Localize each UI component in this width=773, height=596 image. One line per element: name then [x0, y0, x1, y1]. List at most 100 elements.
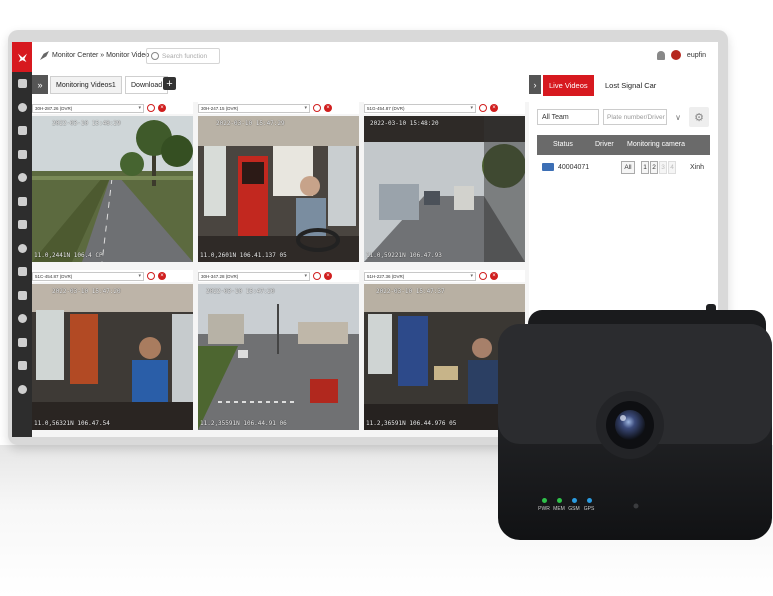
- cell-toolbar: 30H-247.15 (DVR) ×: [198, 102, 359, 114]
- sidebar-item[interactable]: [12, 96, 32, 120]
- user-icon: [17, 243, 27, 253]
- monitor-icon: [40, 51, 49, 60]
- add-tab-button[interactable]: +: [163, 77, 176, 90]
- avatar[interactable]: [670, 50, 681, 60]
- cell-toolbar: 30H-347.28 (DVR) ×: [198, 270, 359, 282]
- settings-icon: [17, 337, 27, 347]
- sidebar-item[interactable]: [12, 119, 32, 143]
- plate-search-input[interactable]: Plate number/Driver: [603, 109, 667, 125]
- camera-all-button[interactable]: All: [621, 161, 635, 174]
- camera-4-button[interactable]: 4: [668, 161, 676, 174]
- led-label: GPS: [583, 506, 595, 512]
- led-pwr: PWR: [536, 498, 552, 512]
- chart-icon: [17, 173, 27, 183]
- sidebar-item[interactable]: [12, 213, 32, 237]
- chevron-down-icon[interactable]: ∨: [671, 109, 685, 125]
- close-icon[interactable]: ×: [324, 272, 332, 280]
- video-feed[interactable]: 2022-03-10 15:47:20 11.2,35591N 106.44.9…: [198, 284, 359, 430]
- sidebar-item[interactable]: [12, 166, 32, 190]
- video-cell-2: 30H-247.15 (DVR) × 202: [198, 102, 359, 262]
- channel-select[interactable]: 51H-227.36 (DVR): [364, 271, 476, 281]
- search-placeholder: Search function: [162, 52, 208, 60]
- sidebar-item[interactable]: [12, 378, 32, 402]
- video-feed[interactable]: 2022-03-10 15:48:29 11.0,2441N 106.4 CP: [32, 116, 193, 262]
- brand-logo[interactable]: [12, 42, 32, 72]
- video-cell-1: 30H-287.26 (DVR) × 2022-03-10 15:: [32, 102, 193, 262]
- video-cell-3: 51G-454.87 (DVR) × 2022-03-10 15:48:20 1…: [364, 102, 525, 262]
- map-pin-icon: [17, 79, 27, 89]
- username[interactable]: eupfin: [687, 52, 706, 59]
- video-feed[interactable]: 2022-03-10 15:47:20 11.0,56321N 106.47.5…: [32, 284, 193, 430]
- record-icon[interactable]: [313, 104, 321, 112]
- sidebar-item[interactable]: [12, 237, 32, 261]
- record-icon[interactable]: [479, 272, 487, 280]
- team-select[interactable]: All Team: [537, 109, 599, 125]
- channel-select[interactable]: 51G-454.87 (DVR): [364, 103, 476, 113]
- camera-2-button[interactable]: 2: [650, 161, 658, 174]
- led-light-icon: [571, 498, 577, 503]
- sidebar-item[interactable]: [12, 190, 32, 214]
- video-feed[interactable]: 2022-03-10 15:48:20 11.0,59221N 106.47.9…: [364, 116, 525, 262]
- apps-icon: [17, 384, 27, 394]
- close-icon[interactable]: ×: [490, 104, 498, 112]
- video-grid: 30H-287.26 (DVR) × 2022-03-10 15:: [32, 102, 529, 437]
- channel-select[interactable]: 51C-454.87 (DVR): [32, 271, 144, 281]
- led-label: GSM: [568, 506, 580, 512]
- sidebar-item[interactable]: [12, 284, 32, 308]
- osd-coordinates: 11.0,2441N 106.4 CP: [34, 252, 103, 259]
- record-icon[interactable]: [479, 104, 487, 112]
- expand-arrow-icon[interactable]: ›: [529, 75, 541, 94]
- led-label: PWR: [538, 506, 550, 512]
- breadcrumb-text[interactable]: Monitor Center » Monitor Video: [52, 52, 149, 59]
- cell-toolbar: 30H-287.26 (DVR) ×: [32, 102, 193, 114]
- osd-timestamp: 2022-03-10 15:47:37: [376, 288, 445, 295]
- led-label: MEM: [553, 506, 565, 512]
- channel-select[interactable]: 30H-347.28 (DVR): [198, 271, 310, 281]
- col-status: Status: [553, 141, 573, 148]
- tab-lost-signal-car[interactable]: Lost Signal Car: [599, 75, 662, 96]
- tab-live-videos[interactable]: Live Videos: [543, 75, 594, 96]
- table-row[interactable]: 40004071 All 1 2 3 4 Xinh: [537, 158, 710, 178]
- row-extra-text: Xinh: [690, 164, 705, 171]
- close-icon[interactable]: ×: [490, 272, 498, 280]
- user-icon[interactable]: [656, 50, 665, 60]
- sidebar-item[interactable]: [12, 307, 32, 331]
- channel-select[interactable]: 30H-247.15 (DVR): [198, 103, 310, 113]
- camera-3-button[interactable]: 3: [659, 161, 667, 174]
- intersection-scene-image: [198, 284, 359, 430]
- close-icon[interactable]: ×: [158, 272, 166, 280]
- tab-monitoring-videos[interactable]: Monitoring Videos1: [50, 76, 122, 94]
- video-tabs: » Monitoring Videos1 Download +: [32, 72, 529, 98]
- road-icon: [17, 149, 27, 159]
- status-leds: PWR MEM GSM GPS: [536, 498, 616, 526]
- video-feed[interactable]: 2022-03-10 15:47:29 11.0,2601N 106.41.13…: [198, 116, 359, 262]
- channel-select[interactable]: 30H-287.26 (DVR): [32, 103, 144, 113]
- record-icon[interactable]: [313, 272, 321, 280]
- gear-icon[interactable]: ⚙: [689, 107, 709, 127]
- led-light-icon: [586, 498, 592, 503]
- led-gps: GPS: [581, 498, 597, 512]
- osd-timestamp: 2022-03-10 15:47:29: [216, 120, 285, 127]
- sidebar-item[interactable]: [12, 331, 32, 355]
- plate-number[interactable]: 40004071: [558, 164, 589, 171]
- user-area: eupfin: [656, 50, 706, 60]
- collapse-arrow-icon[interactable]: »: [32, 75, 48, 94]
- alarm-icon: [17, 220, 27, 230]
- sidebar-item[interactable]: [12, 143, 32, 167]
- record-icon[interactable]: [147, 272, 155, 280]
- close-icon[interactable]: ×: [158, 104, 166, 112]
- tab-download[interactable]: Download: [125, 76, 169, 94]
- gps-icon: [17, 361, 27, 371]
- search-input[interactable]: Search function: [146, 48, 220, 64]
- led-light-icon: [541, 498, 547, 503]
- sidebar-item[interactable]: [12, 260, 32, 284]
- sidebar-item[interactable]: [12, 72, 32, 96]
- record-icon[interactable]: [147, 104, 155, 112]
- shield-icon: [17, 102, 27, 112]
- sidebar: [12, 42, 32, 437]
- sidebar-item[interactable]: [12, 354, 32, 378]
- close-icon[interactable]: ×: [324, 104, 332, 112]
- camera-1-button[interactable]: 1: [641, 161, 649, 174]
- table-header: Status Driver Monitoring camera: [537, 135, 710, 155]
- osd-timestamp: 2022-03-10 15:47:20: [206, 288, 275, 295]
